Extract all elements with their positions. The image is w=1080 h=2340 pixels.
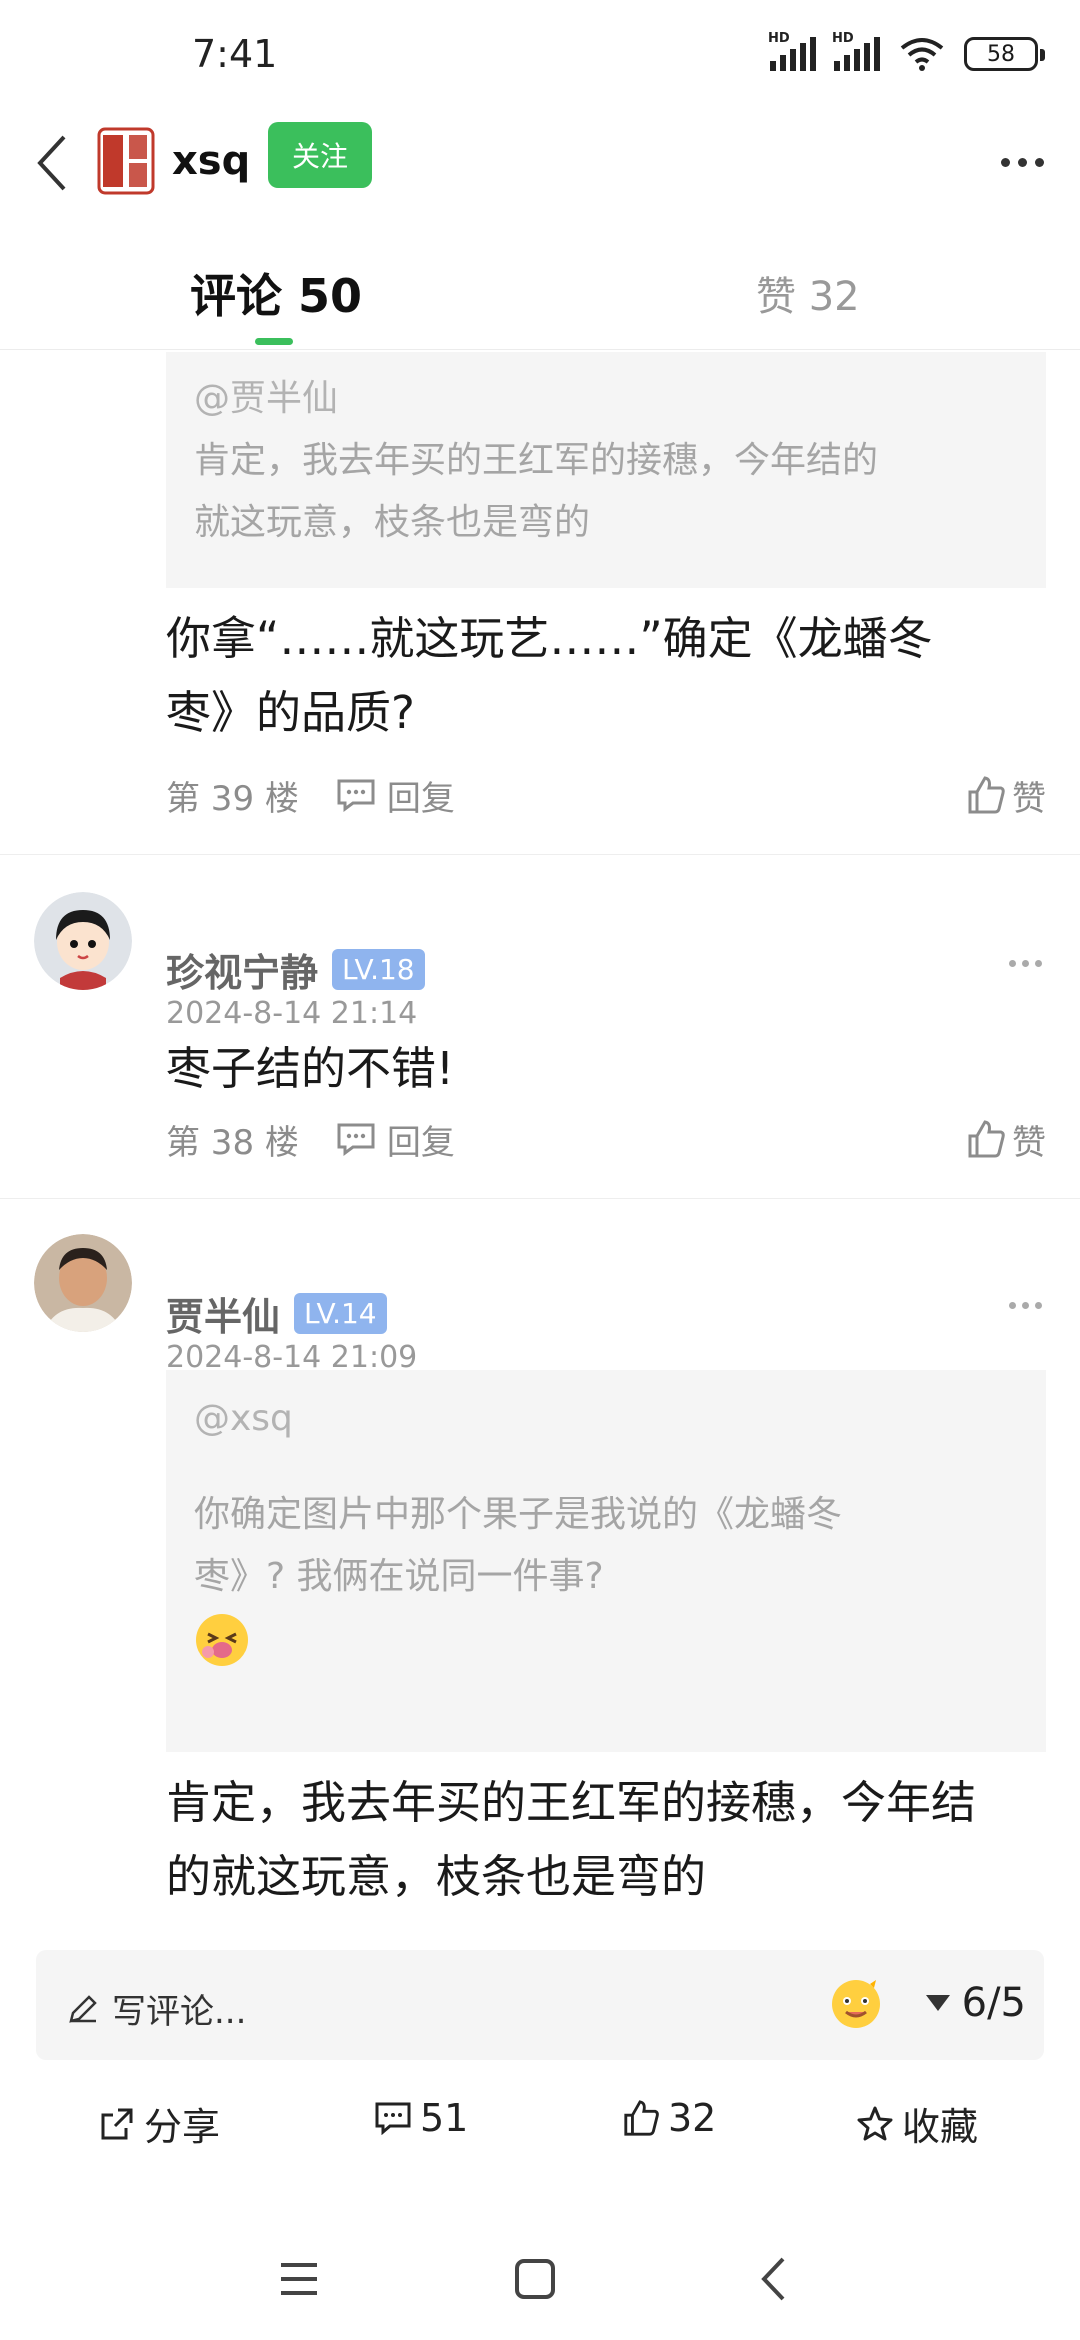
- share-button[interactable]: 分享: [98, 2096, 220, 2151]
- comment-text-line: 的就这玩意，枝条也是弯的: [166, 1850, 707, 1903]
- system-nav-bar: [0, 2230, 1080, 2330]
- floor-number: 第 39 楼: [166, 778, 299, 819]
- comment-time: 2024-8-14 21:14: [166, 996, 418, 1031]
- favorite-label: 收藏: [902, 2105, 979, 2149]
- dot-icon: [1000, 157, 1010, 167]
- laugh-emoji-icon: [194, 1612, 1018, 1688]
- input-placeholder: 写评论...: [112, 1992, 247, 2032]
- comment-text: 你拿“……就这玩艺……”确定《龙蟠冬 枣》的品质?: [166, 602, 1046, 750]
- comment-text: 枣子结的不错!: [166, 1032, 1046, 1106]
- tab-active-indicator: [255, 338, 293, 345]
- wifi-icon: [900, 38, 944, 71]
- quoted-reply: @xsq 你确定图片中那个果子是我说的《龙蟠冬 枣》? 我俩在说同一件事?: [166, 1370, 1046, 1752]
- nav-menu-button[interactable]: [264, 2244, 334, 2314]
- action-bar: 分享 51 32 收藏: [0, 2088, 1080, 2158]
- menu-icon: [281, 2263, 317, 2295]
- comment-bubble-icon: [375, 2102, 411, 2135]
- header: xsq 关注: [0, 110, 1080, 210]
- status-bar: 7:41 HD HD 58: [0, 0, 1080, 110]
- comment-list[interactable]: @贾半仙 肯定，我去年买的王红军的接穗，今年结的 就这玩意，枝条也是弯的 你拿“…: [0, 352, 1080, 1912]
- reply-button[interactable]: 回复: [335, 1115, 455, 1164]
- nav-back-button[interactable]: [738, 2244, 808, 2314]
- tab-bar: 评论 50 赞 32: [0, 230, 1080, 350]
- chevron-left-icon: [761, 2257, 785, 2301]
- user-name[interactable]: xsq: [172, 138, 250, 184]
- page-indicator[interactable]: 6/5: [925, 1980, 1026, 2026]
- comment-text-line: 枣》的品质?: [166, 686, 415, 739]
- pencil-icon: [69, 1994, 97, 2023]
- comment-bubble-icon: [337, 779, 375, 812]
- back-button[interactable]: [22, 128, 82, 198]
- emoji-icon: [832, 1980, 880, 2028]
- star-icon: [857, 2106, 893, 2140]
- divider: [0, 854, 1080, 855]
- quote-text-line: 肯定，我去年买的王红军的接穗，今年结的: [194, 440, 879, 481]
- commenter-name[interactable]: 珍视宁静: [166, 942, 318, 997]
- status-icons: HD HD 58: [768, 31, 1045, 72]
- reply-button[interactable]: 回复: [335, 771, 455, 820]
- tab-likes[interactable]: 赞 32: [756, 264, 860, 322]
- like-count: 32: [668, 2096, 717, 2140]
- reply-label: 回复: [386, 778, 455, 819]
- comment-text-line: 肯定，我去年买的王红军的接穗，今年结: [166, 1776, 977, 1829]
- comment-meta: 第 39 楼 回复 赞: [166, 770, 1046, 820]
- quote-text-line: 枣》? 我俩在说同一件事?: [194, 1556, 604, 1597]
- quote-text-line: 就这玩意，枝条也是弯的: [194, 502, 591, 543]
- thumbs-up-icon: [968, 1120, 1005, 1158]
- like-button[interactable]: 赞: [966, 771, 1046, 820]
- more-options-button[interactable]: [990, 132, 1054, 192]
- level-badge: LV.18: [332, 949, 425, 990]
- user-logo[interactable]: [96, 126, 156, 196]
- seal-logo-icon: [97, 127, 155, 195]
- quote-mention[interactable]: @xsq: [194, 1388, 1018, 1450]
- status-time: 7:41: [192, 32, 278, 76]
- reply-label: 回复: [386, 1122, 455, 1163]
- comment-text-line: 你拿“……就这玩艺……”确定《龙蟠冬: [166, 612, 933, 665]
- comment-input-bar[interactable]: 写评论... 6/5: [36, 1950, 1044, 2060]
- follow-button[interactable]: 关注: [268, 122, 372, 188]
- quote-text-line: 你确定图片中那个果子是我说的《龙蟠冬: [194, 1494, 843, 1535]
- dot-icon: [1034, 157, 1044, 167]
- share-label: 分享: [144, 2105, 221, 2149]
- signal-icon: HD: [768, 31, 816, 71]
- comment-meta: 第 38 楼 回复 赞: [166, 1114, 1046, 1164]
- level-badge: LV.14: [294, 1293, 387, 1334]
- commenter-name-row: 贾半仙 LV.14: [166, 1286, 387, 1341]
- thumbs-up-icon: [968, 776, 1005, 814]
- thumbs-up-icon: [624, 2100, 659, 2136]
- like-button[interactable]: 赞: [966, 1115, 1046, 1164]
- page-indicator-text: 6/5: [961, 1980, 1026, 2026]
- avatar[interactable]: [34, 1234, 132, 1332]
- favorite-button[interactable]: 收藏: [856, 2096, 978, 2151]
- signal-icon-2: HD: [832, 31, 880, 71]
- comment-bubble-icon: [337, 1123, 375, 1156]
- comments-button[interactable]: 51: [374, 2096, 468, 2140]
- home-square-icon: [515, 2259, 555, 2299]
- comment-count: 51: [420, 2096, 469, 2140]
- comment-text-line: 枣子结的不错!: [166, 1042, 455, 1095]
- like-label: 赞: [1012, 778, 1046, 819]
- chevron-left-icon: [37, 135, 66, 191]
- avatar[interactable]: [34, 892, 132, 990]
- commenter-name-row: 珍视宁静 LV.18: [166, 942, 425, 997]
- triangle-down-icon: [925, 1995, 950, 2011]
- nav-home-button[interactable]: [500, 2244, 570, 2314]
- like-label: 赞: [1012, 1122, 1046, 1163]
- share-icon: [101, 2108, 133, 2139]
- comment-input[interactable]: 写评论...: [66, 1984, 246, 2033]
- emoji-button[interactable]: [826, 1974, 886, 2034]
- tab-comments[interactable]: 评论 50: [190, 260, 362, 326]
- battery-icon: 58: [964, 37, 1045, 71]
- comment-text: 肯定，我去年买的王红军的接穗，今年结 的就这玩意，枝条也是弯的: [166, 1766, 1046, 1912]
- dot-icon: [1017, 157, 1027, 167]
- floor-number: 第 38 楼: [166, 1122, 299, 1163]
- quote-mention[interactable]: @贾半仙: [194, 368, 1018, 430]
- like-post-button[interactable]: 32: [622, 2096, 716, 2140]
- divider: [0, 1198, 1080, 1199]
- comment-more-button[interactable]: [1009, 960, 1042, 967]
- quoted-reply: @贾半仙 肯定，我去年买的王红军的接穗，今年结的 就这玩意，枝条也是弯的: [166, 352, 1046, 588]
- comment-more-button[interactable]: [1009, 1302, 1042, 1309]
- commenter-name[interactable]: 贾半仙: [166, 1286, 280, 1341]
